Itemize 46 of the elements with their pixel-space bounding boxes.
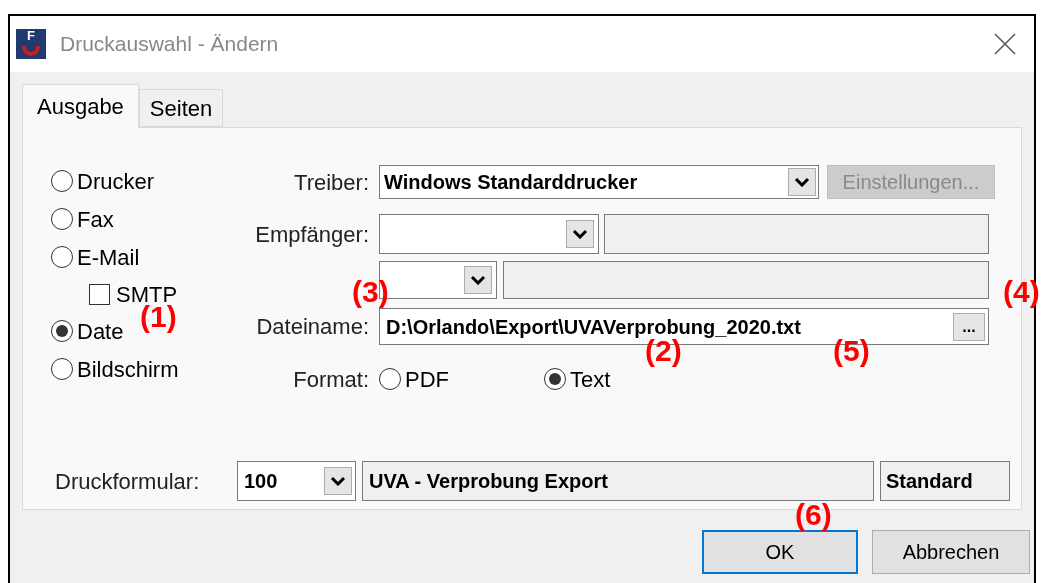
callout-number: (1): [140, 302, 177, 332]
radio-button[interactable]: [51, 358, 73, 380]
form-variant-field: Standard: [880, 461, 1010, 501]
radio-button[interactable]: [51, 320, 73, 342]
radio-button[interactable]: [544, 368, 566, 390]
chevron-down-icon: [470, 275, 486, 285]
address-field[interactable]: [503, 261, 989, 299]
radio-button[interactable]: [51, 246, 73, 268]
app-logo-icon: F: [16, 29, 46, 59]
chevron-down-icon: [572, 229, 588, 239]
option-label: Text: [570, 365, 611, 394]
radio-button[interactable]: [51, 208, 73, 230]
dropdown-button[interactable]: [566, 220, 594, 248]
dropdown-button[interactable]: [788, 168, 816, 196]
field-label: Empfänger:: [254, 220, 370, 249]
field-label: Dateiname:: [255, 313, 370, 341]
option-label: PDF: [405, 365, 449, 394]
field-label: Format:: [292, 365, 370, 394]
tab[interactable]: Seiten: [138, 89, 224, 127]
dropdown-button[interactable]: [324, 467, 352, 495]
option-label: Drucker: [77, 167, 154, 196]
driver-dropdown[interactable]: Windows Standarddrucker: [379, 165, 819, 199]
tab[interactable]: Ausgabe: [22, 84, 139, 128]
form-number-dropdown[interactable]: 100: [237, 461, 356, 501]
radio-button[interactable]: [51, 170, 73, 192]
option-label: Date: [77, 317, 124, 346]
option-label: Fax: [77, 205, 114, 234]
field-label: Druckformular:: [55, 467, 201, 496]
chevron-down-icon: [330, 476, 346, 486]
recipient-field[interactable]: [604, 214, 989, 254]
field-label: Treiber:: [293, 168, 370, 197]
radio-button[interactable]: [379, 368, 401, 390]
form-name-field: UVA - Verprobung Export: [362, 461, 874, 501]
browse-button[interactable]: ...: [953, 312, 985, 341]
dialog-button[interactable]: OK: [702, 530, 858, 574]
recipient-dropdown[interactable]: [379, 214, 599, 254]
callout-number: (6): [795, 500, 832, 530]
dropdown-button[interactable]: [464, 266, 492, 294]
window-title: Druckauswahl - Ändern: [60, 31, 279, 58]
option-label: Bildschirm: [77, 355, 179, 384]
close-icon[interactable]: [994, 33, 1016, 55]
callout-number: (3): [352, 277, 389, 307]
checkbox[interactable]: [89, 283, 110, 305]
dialog-button[interactable]: Abbrechen: [872, 530, 1030, 574]
option-label: E-Mail: [77, 243, 140, 272]
chevron-down-icon: [794, 177, 810, 187]
